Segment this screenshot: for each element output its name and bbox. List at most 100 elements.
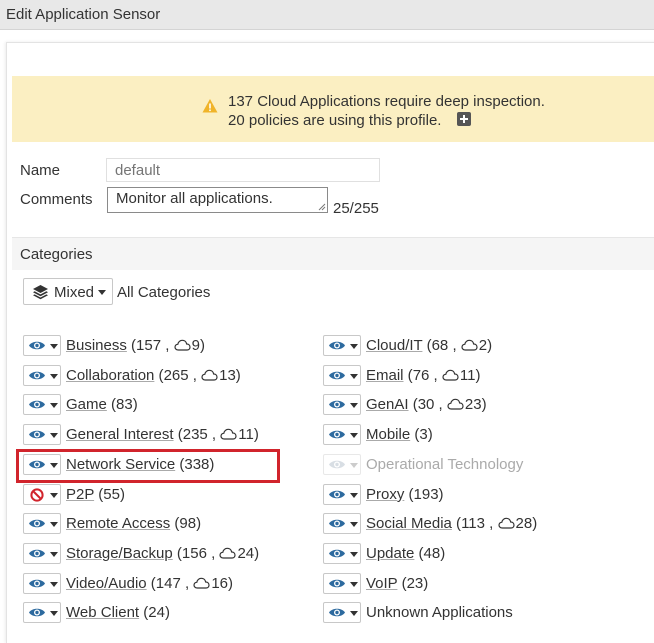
category-label: Operational Technology [366,456,523,473]
category-label: Remote Access (98) [66,515,202,533]
eye-icon [329,460,345,469]
name-field[interactable] [106,158,380,182]
comments-textarea[interactable]: Monitor all applications. [107,187,328,213]
category-count: 193 [413,485,439,503]
chevron-down-icon [350,492,358,498]
category-name-link[interactable]: General Interest [66,426,174,443]
category-action-dropdown[interactable] [23,394,61,416]
category-count: 3 [419,426,428,444]
category-label: Proxy (193) [366,485,444,503]
eye-icon [29,371,45,379]
category-action-dropdown[interactable] [23,424,61,446]
category-count: 156 [181,544,207,562]
category-label: Update (48) [366,544,446,562]
category-action-dropdown[interactable] [23,483,61,505]
category-action-dropdown[interactable] [323,394,361,416]
eye-icon [29,549,45,558]
category-name-link[interactable]: Cloud/IT [366,337,422,354]
cloud-icon [461,339,478,351]
name-label: Name [20,162,61,179]
mixed-action-dropdown[interactable]: Mixed [23,278,113,305]
categories-section-header: Categories [12,237,654,270]
chevron-down-icon [350,373,358,379]
category-cloud-count: 23 [464,396,482,414]
chevron-down-icon [50,551,58,557]
category-name-link[interactable]: Collaboration [66,367,154,384]
category-name-link[interactable]: Social Media [366,515,452,532]
category-name-link[interactable]: Game [66,396,107,413]
category-name-link[interactable]: Mobile [366,426,410,443]
category-action-dropdown[interactable] [323,424,361,446]
resize-grip-icon[interactable] [317,202,326,211]
category-count: 113 [461,515,485,533]
plus-icon[interactable] [457,112,471,126]
category-action-dropdown [323,453,361,475]
category-action-dropdown[interactable] [23,453,61,475]
category-name-link[interactable]: Network Service [66,456,175,473]
category-count: 55 [103,485,120,503]
chevron-down-icon [350,581,358,587]
category-action-dropdown[interactable] [23,572,61,594]
category-name-link[interactable]: VoIP [366,575,397,592]
category-action-dropdown[interactable] [323,572,361,594]
category-cloud-count: 11 [238,426,254,444]
category-label: VoIP (23) [366,574,429,592]
eye-icon [329,609,345,617]
category-cloud-count: 9 [191,337,200,354]
eye-icon [29,460,45,469]
comments-label: Comments [20,191,93,208]
category-action-dropdown[interactable] [323,335,361,356]
char-count: 25/255 [333,200,379,217]
category-name-link[interactable]: Web Client [66,604,139,621]
chevron-down-icon [350,611,358,617]
eye-icon [29,609,45,617]
cloud-icon [442,369,459,381]
category-name-link[interactable]: Unknown Applications [366,604,513,621]
category-name-link[interactable]: Business [66,337,127,354]
category-cloud-count: 28 [515,515,533,533]
category-name-link[interactable]: Remote Access [66,515,170,532]
category-action-dropdown[interactable] [23,364,61,386]
category-name-link[interactable]: Video/Audio [66,575,147,592]
category-action-dropdown[interactable] [323,602,361,624]
eye-icon [329,341,345,350]
category-name-link[interactable]: Storage/Backup [66,545,173,562]
category-action-dropdown[interactable] [323,513,361,535]
chevron-down-icon [50,344,58,349]
category-label: Unknown Applications [366,604,513,621]
category-name-link[interactable]: P2P [66,486,94,503]
category-count: 83 [116,396,133,414]
category-action-dropdown[interactable] [23,542,61,564]
cloud-icon [201,369,218,381]
eye-icon [329,519,345,528]
chevron-down-icon [50,403,58,409]
category-count: 235 [182,426,208,444]
category-label: General Interest (235 , 11) [66,426,259,444]
eye-icon [329,490,345,498]
category-action-dropdown[interactable] [323,364,361,386]
banner-policies: 20 policies are using this profile. [228,112,442,129]
category-label: Collaboration (265 , 13) [66,366,241,384]
chevron-down-icon [350,462,358,468]
category-action-dropdown[interactable] [323,542,361,564]
category-name-link[interactable]: Proxy [366,486,404,503]
category-label: Business (157 , 9) [66,337,205,354]
category-cloud-count: 11 [459,366,476,384]
cloud-icon [447,399,464,410]
category-action-dropdown[interactable] [23,513,61,535]
category-action-dropdown[interactable] [23,602,61,624]
chevron-down-icon [50,433,58,439]
category-action-dropdown[interactable] [323,483,361,505]
all-categories-label: All Categories [117,284,211,301]
title-bar: Edit Application Sensor [0,0,654,30]
category-name-link[interactable]: GenAI [366,396,409,413]
category-cloud-count: 2 [478,337,488,354]
category-name-link[interactable]: Email [366,367,404,384]
cloud-icon [497,517,515,529]
category-label: P2P (55) [66,485,125,503]
category-name-link[interactable]: Update [366,545,414,562]
category-action-dropdown[interactable] [23,335,61,356]
banner-message: 137 Cloud Applications require deep insp… [228,93,545,110]
chevron-down-icon [50,522,58,528]
chevron-down-icon [350,403,358,409]
